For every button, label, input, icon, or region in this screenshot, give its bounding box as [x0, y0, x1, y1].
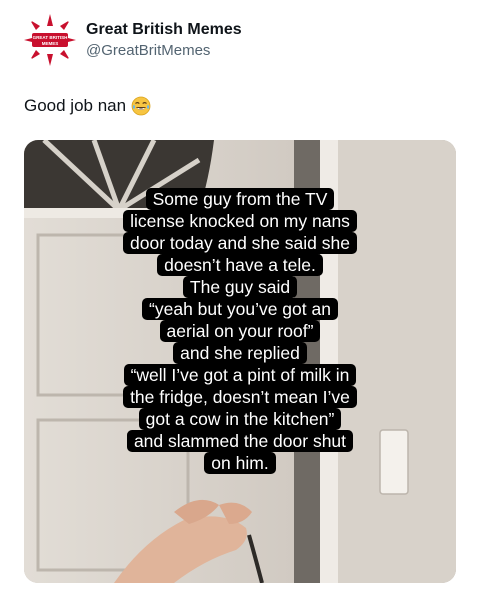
caption-line: “well I’ve got a pint of milk in [123, 364, 357, 386]
caption-line: got a cow in the kitchen” [138, 408, 342, 430]
post-header: GREAT BRITISH MEMES Great British Memes … [24, 14, 242, 66]
author-name[interactable]: Great British Memes [86, 20, 242, 40]
caption-line: The guy said [182, 276, 298, 298]
union-jack-logo-icon: GREAT BRITISH MEMES [24, 14, 76, 66]
meme-caption: Some guy from the TV license knocked on … [24, 188, 456, 474]
caption-line: license knocked on my nans [123, 210, 357, 232]
caption-line: and she replied [173, 342, 307, 364]
caption-line: and slammed the door shut [126, 430, 354, 452]
post-text: Good job nan [24, 96, 127, 115]
post-media-image[interactable]: Some guy from the TV license knocked on … [24, 140, 456, 583]
caption-line: door today and she said she [123, 232, 357, 254]
caption-line: “yeah but you’ve got an [142, 298, 338, 320]
caption-line: doesn’t have a tele. [157, 254, 323, 276]
caption-line: the fridge, doesn’t mean I’ve [123, 386, 357, 408]
avatar[interactable]: GREAT BRITISH MEMES [24, 14, 76, 66]
post-body: Good job nan [24, 95, 151, 117]
author-handle[interactable]: @GreatBritMemes [86, 41, 242, 61]
avatar-text-top: GREAT BRITISH [33, 35, 68, 40]
caption-line: on him. [204, 452, 276, 474]
avatar-text-bottom: MEMES [42, 41, 59, 46]
caption-line: Some guy from the TV [145, 188, 335, 210]
tears-of-joy-emoji-icon [131, 96, 151, 116]
caption-line: aerial on your roof” [159, 320, 321, 342]
